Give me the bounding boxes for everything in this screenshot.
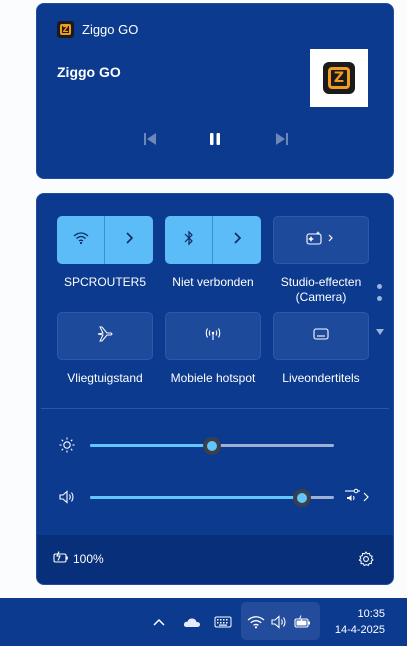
airplane-mode-tile[interactable] [57, 312, 153, 360]
brightness-thumb[interactable] [203, 437, 221, 455]
live-captions-tile-label: Liveondertitels [282, 371, 360, 385]
chevron-right-icon [232, 231, 242, 249]
mobile-hotspot-tile-label: Mobiele hotspot [170, 371, 256, 385]
previous-icon[interactable] [138, 128, 162, 150]
battery-charging-icon [53, 551, 69, 566]
brightness-slider[interactable] [90, 437, 334, 455]
chevron-down-icon[interactable] [375, 323, 385, 341]
bluetooth-icon [184, 230, 194, 251]
next-icon[interactable] [270, 128, 294, 150]
chevron-right-icon [124, 231, 134, 249]
clock[interactable]: 10:35 14-4-2025 [335, 606, 385, 638]
page-indicator [377, 284, 383, 308]
taskbar: 10:35 14-4-2025 [0, 598, 407, 646]
battery-percentage: 100% [73, 551, 104, 566]
airplane-mode-tile-label: Vliegtuigstand [67, 371, 143, 385]
keyboard-icon[interactable] [214, 612, 232, 632]
brightness-slider-row [57, 435, 377, 455]
media-title: Ziggo GO [57, 64, 121, 80]
album-art: Z [310, 49, 368, 107]
wifi-expand-button[interactable] [105, 216, 153, 264]
page-dot[interactable] [377, 296, 382, 301]
volume-fill [90, 496, 302, 499]
ziggo-app-icon: Z [57, 21, 74, 38]
bluetooth-tile[interactable] [165, 216, 261, 264]
clock-time: 10:35 [357, 608, 385, 620]
captions-icon [313, 327, 329, 346]
wifi-tile-label: SPCROUTER5 [63, 275, 146, 289]
bluetooth-toggle[interactable] [165, 216, 213, 264]
studio-effects-tile-label: Studio-effecten (Camera) [280, 275, 362, 304]
bluetooth-tile-label: Niet verbonden [172, 275, 254, 289]
live-captions-tile[interactable] [273, 312, 369, 360]
battery-icon[interactable] [294, 612, 312, 632]
airplane-icon [96, 325, 114, 348]
brightness-fill [90, 444, 212, 447]
media-app-header: Z Ziggo GO [57, 21, 138, 38]
clock-date: 14-4-2025 [334, 624, 385, 636]
battery-status[interactable]: 100% [53, 551, 104, 566]
studio-effects-tile[interactable] [273, 216, 369, 264]
wifi-icon[interactable] [247, 612, 265, 632]
hotspot-icon [204, 326, 222, 347]
volume-icon[interactable] [57, 488, 77, 506]
wifi-tile[interactable] [57, 216, 153, 264]
volume-thumb[interactable] [293, 489, 311, 507]
volume-slider[interactable] [90, 489, 334, 507]
page-dot[interactable] [377, 284, 382, 289]
media-app-name: Ziggo GO [82, 22, 139, 37]
audio-output-button[interactable] [344, 488, 380, 506]
volume-slider-row [57, 487, 377, 507]
bluetooth-expand-button[interactable] [213, 216, 261, 264]
divider [41, 408, 389, 409]
quick-settings-footer: 100% [37, 535, 393, 584]
brightness-icon [57, 436, 77, 454]
gear-icon[interactable] [357, 550, 375, 568]
chevron-up-icon[interactable] [152, 612, 166, 632]
pause-icon[interactable] [203, 128, 227, 150]
media-controls [37, 128, 393, 150]
studio-effects-icon [306, 230, 336, 251]
wifi-icon [73, 231, 89, 250]
quick-settings-panel: SPCROUTER5 Niet verbonden Studio-effecte… [36, 193, 394, 585]
volume-icon[interactable] [270, 612, 288, 632]
mobile-hotspot-tile[interactable] [165, 312, 261, 360]
onedrive-icon[interactable] [183, 612, 201, 632]
media-card: Z Ziggo GO Ziggo GO Z [36, 3, 394, 179]
wifi-toggle[interactable] [57, 216, 105, 264]
audio-output-icon [344, 487, 370, 508]
